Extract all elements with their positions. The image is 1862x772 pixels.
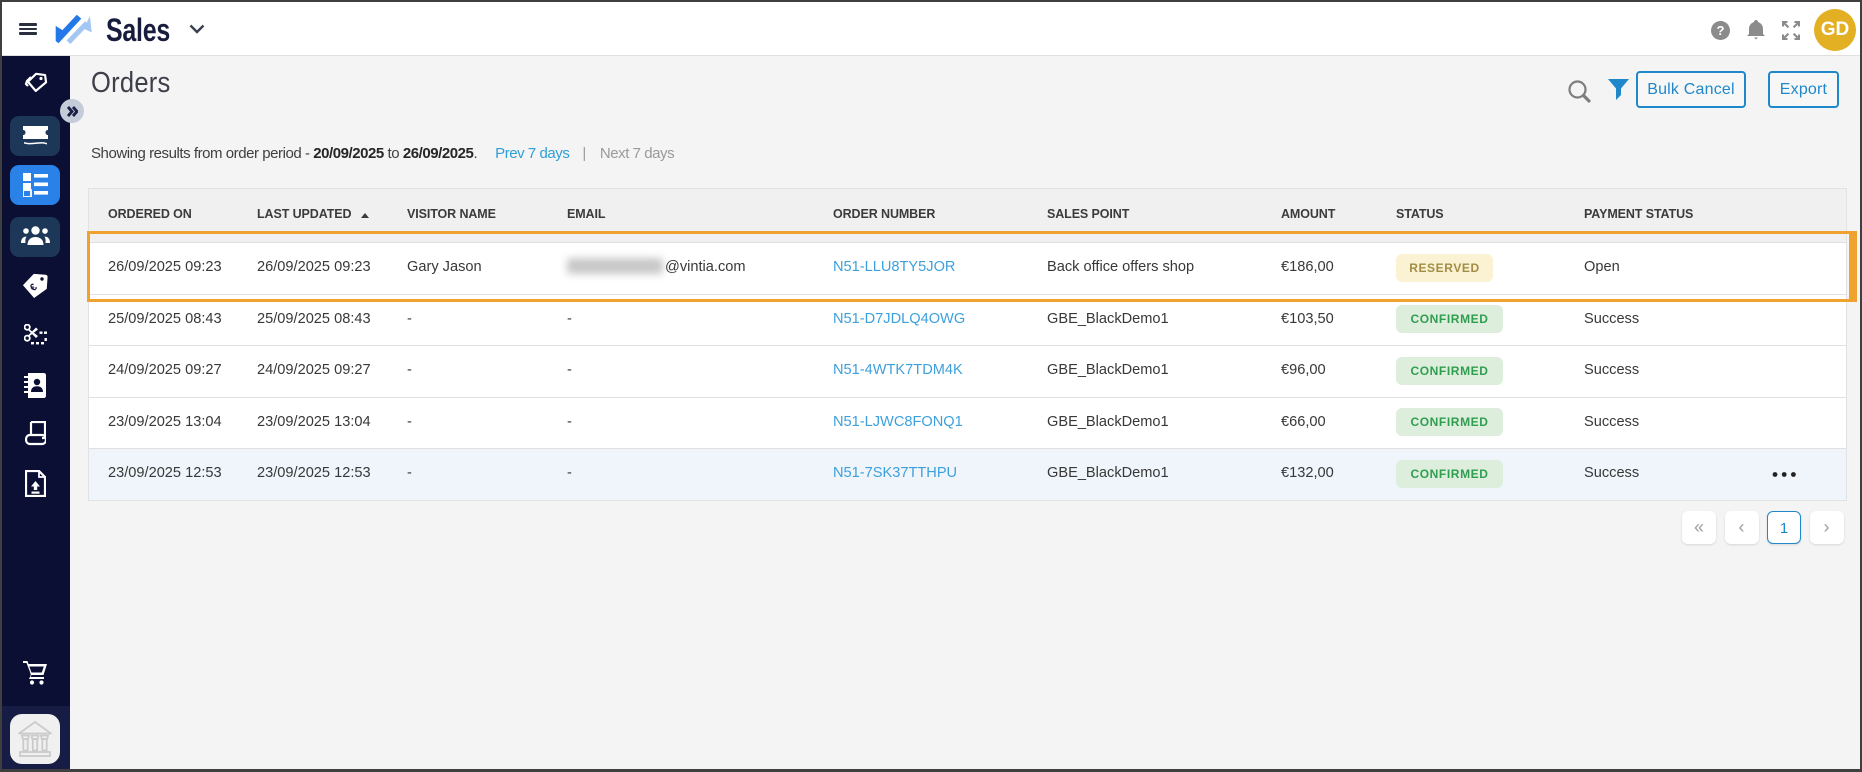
svg-text:?: ?: [1717, 23, 1725, 38]
